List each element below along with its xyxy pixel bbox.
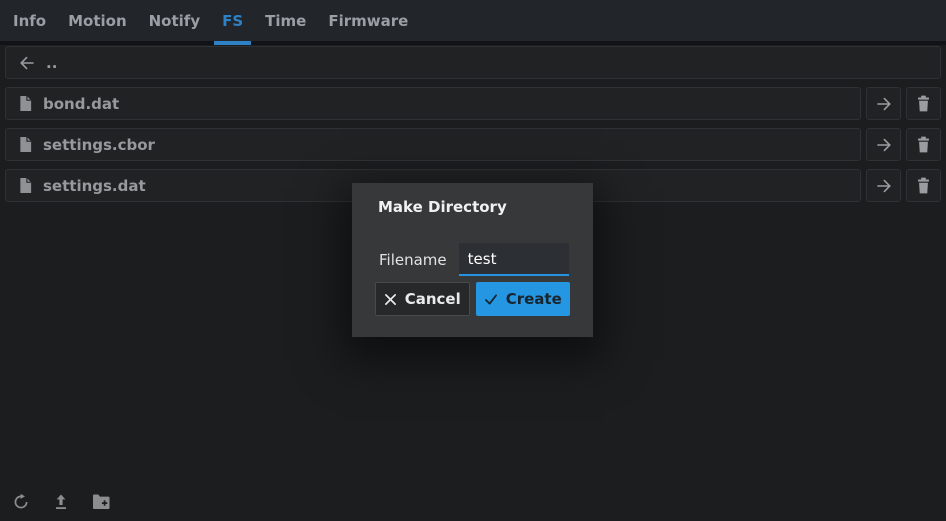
file-icon bbox=[18, 95, 33, 112]
file-icon bbox=[18, 136, 33, 153]
trash-icon bbox=[916, 177, 931, 194]
tab-fs[interactable]: FS bbox=[222, 0, 243, 41]
arrow-right-icon bbox=[875, 177, 893, 195]
tab-info[interactable]: Info bbox=[13, 0, 46, 41]
file-icon bbox=[18, 177, 33, 194]
filename-input[interactable] bbox=[459, 243, 569, 276]
file-download-button[interactable] bbox=[866, 128, 901, 161]
refresh-icon bbox=[12, 493, 30, 511]
file-delete-button[interactable] bbox=[906, 87, 941, 120]
file-row: settings.cbor bbox=[5, 128, 941, 161]
tab-time[interactable]: Time bbox=[265, 0, 306, 41]
file-row: bond.dat bbox=[5, 87, 941, 120]
tab-motion[interactable]: Motion bbox=[68, 0, 127, 41]
arrow-right-icon bbox=[875, 136, 893, 154]
fs-page: Info Motion Notify FS Time Firmware .. b… bbox=[0, 0, 946, 202]
new-folder-icon bbox=[92, 494, 111, 510]
tab-bar: Info Motion Notify FS Time Firmware bbox=[0, 0, 946, 45]
create-label: Create bbox=[506, 290, 562, 308]
trash-icon bbox=[916, 136, 931, 153]
check-icon bbox=[484, 293, 498, 306]
arrow-right-icon bbox=[875, 95, 893, 113]
file-open-button[interactable]: bond.dat bbox=[5, 87, 861, 120]
file-download-button[interactable] bbox=[866, 87, 901, 120]
file-download-button[interactable] bbox=[866, 169, 901, 202]
cancel-label: Cancel bbox=[405, 290, 461, 308]
tab-notify[interactable]: Notify bbox=[149, 0, 200, 41]
dialog-title: Make Directory bbox=[378, 198, 567, 216]
create-button[interactable]: Create bbox=[476, 282, 571, 316]
trash-icon bbox=[916, 95, 931, 112]
upload-icon bbox=[52, 493, 70, 511]
new-folder-button[interactable] bbox=[92, 494, 111, 510]
dialog-buttons: Cancel Create bbox=[375, 282, 570, 316]
parent-directory-label: .. bbox=[46, 54, 57, 72]
file-delete-button[interactable] bbox=[906, 128, 941, 161]
filename-label: Filename bbox=[379, 251, 447, 269]
x-icon bbox=[384, 293, 397, 306]
refresh-button[interactable] bbox=[12, 493, 30, 511]
file-name: settings.cbor bbox=[43, 136, 155, 154]
file-delete-button[interactable] bbox=[906, 169, 941, 202]
make-directory-dialog: Make Directory Filename Cancel Create bbox=[352, 183, 593, 337]
file-open-button[interactable]: settings.cbor bbox=[5, 128, 861, 161]
fs-toolbar bbox=[12, 493, 111, 511]
file-name: settings.dat bbox=[43, 177, 146, 195]
file-name: bond.dat bbox=[43, 95, 119, 113]
tab-firmware[interactable]: Firmware bbox=[328, 0, 408, 41]
file-list: .. bond.dat bbox=[5, 46, 941, 202]
arrow-left-icon bbox=[18, 54, 36, 72]
filename-form-row: Filename bbox=[379, 243, 569, 276]
cancel-button[interactable]: Cancel bbox=[375, 282, 470, 316]
parent-directory-row[interactable]: .. bbox=[5, 46, 941, 79]
upload-button[interactable] bbox=[52, 493, 70, 511]
